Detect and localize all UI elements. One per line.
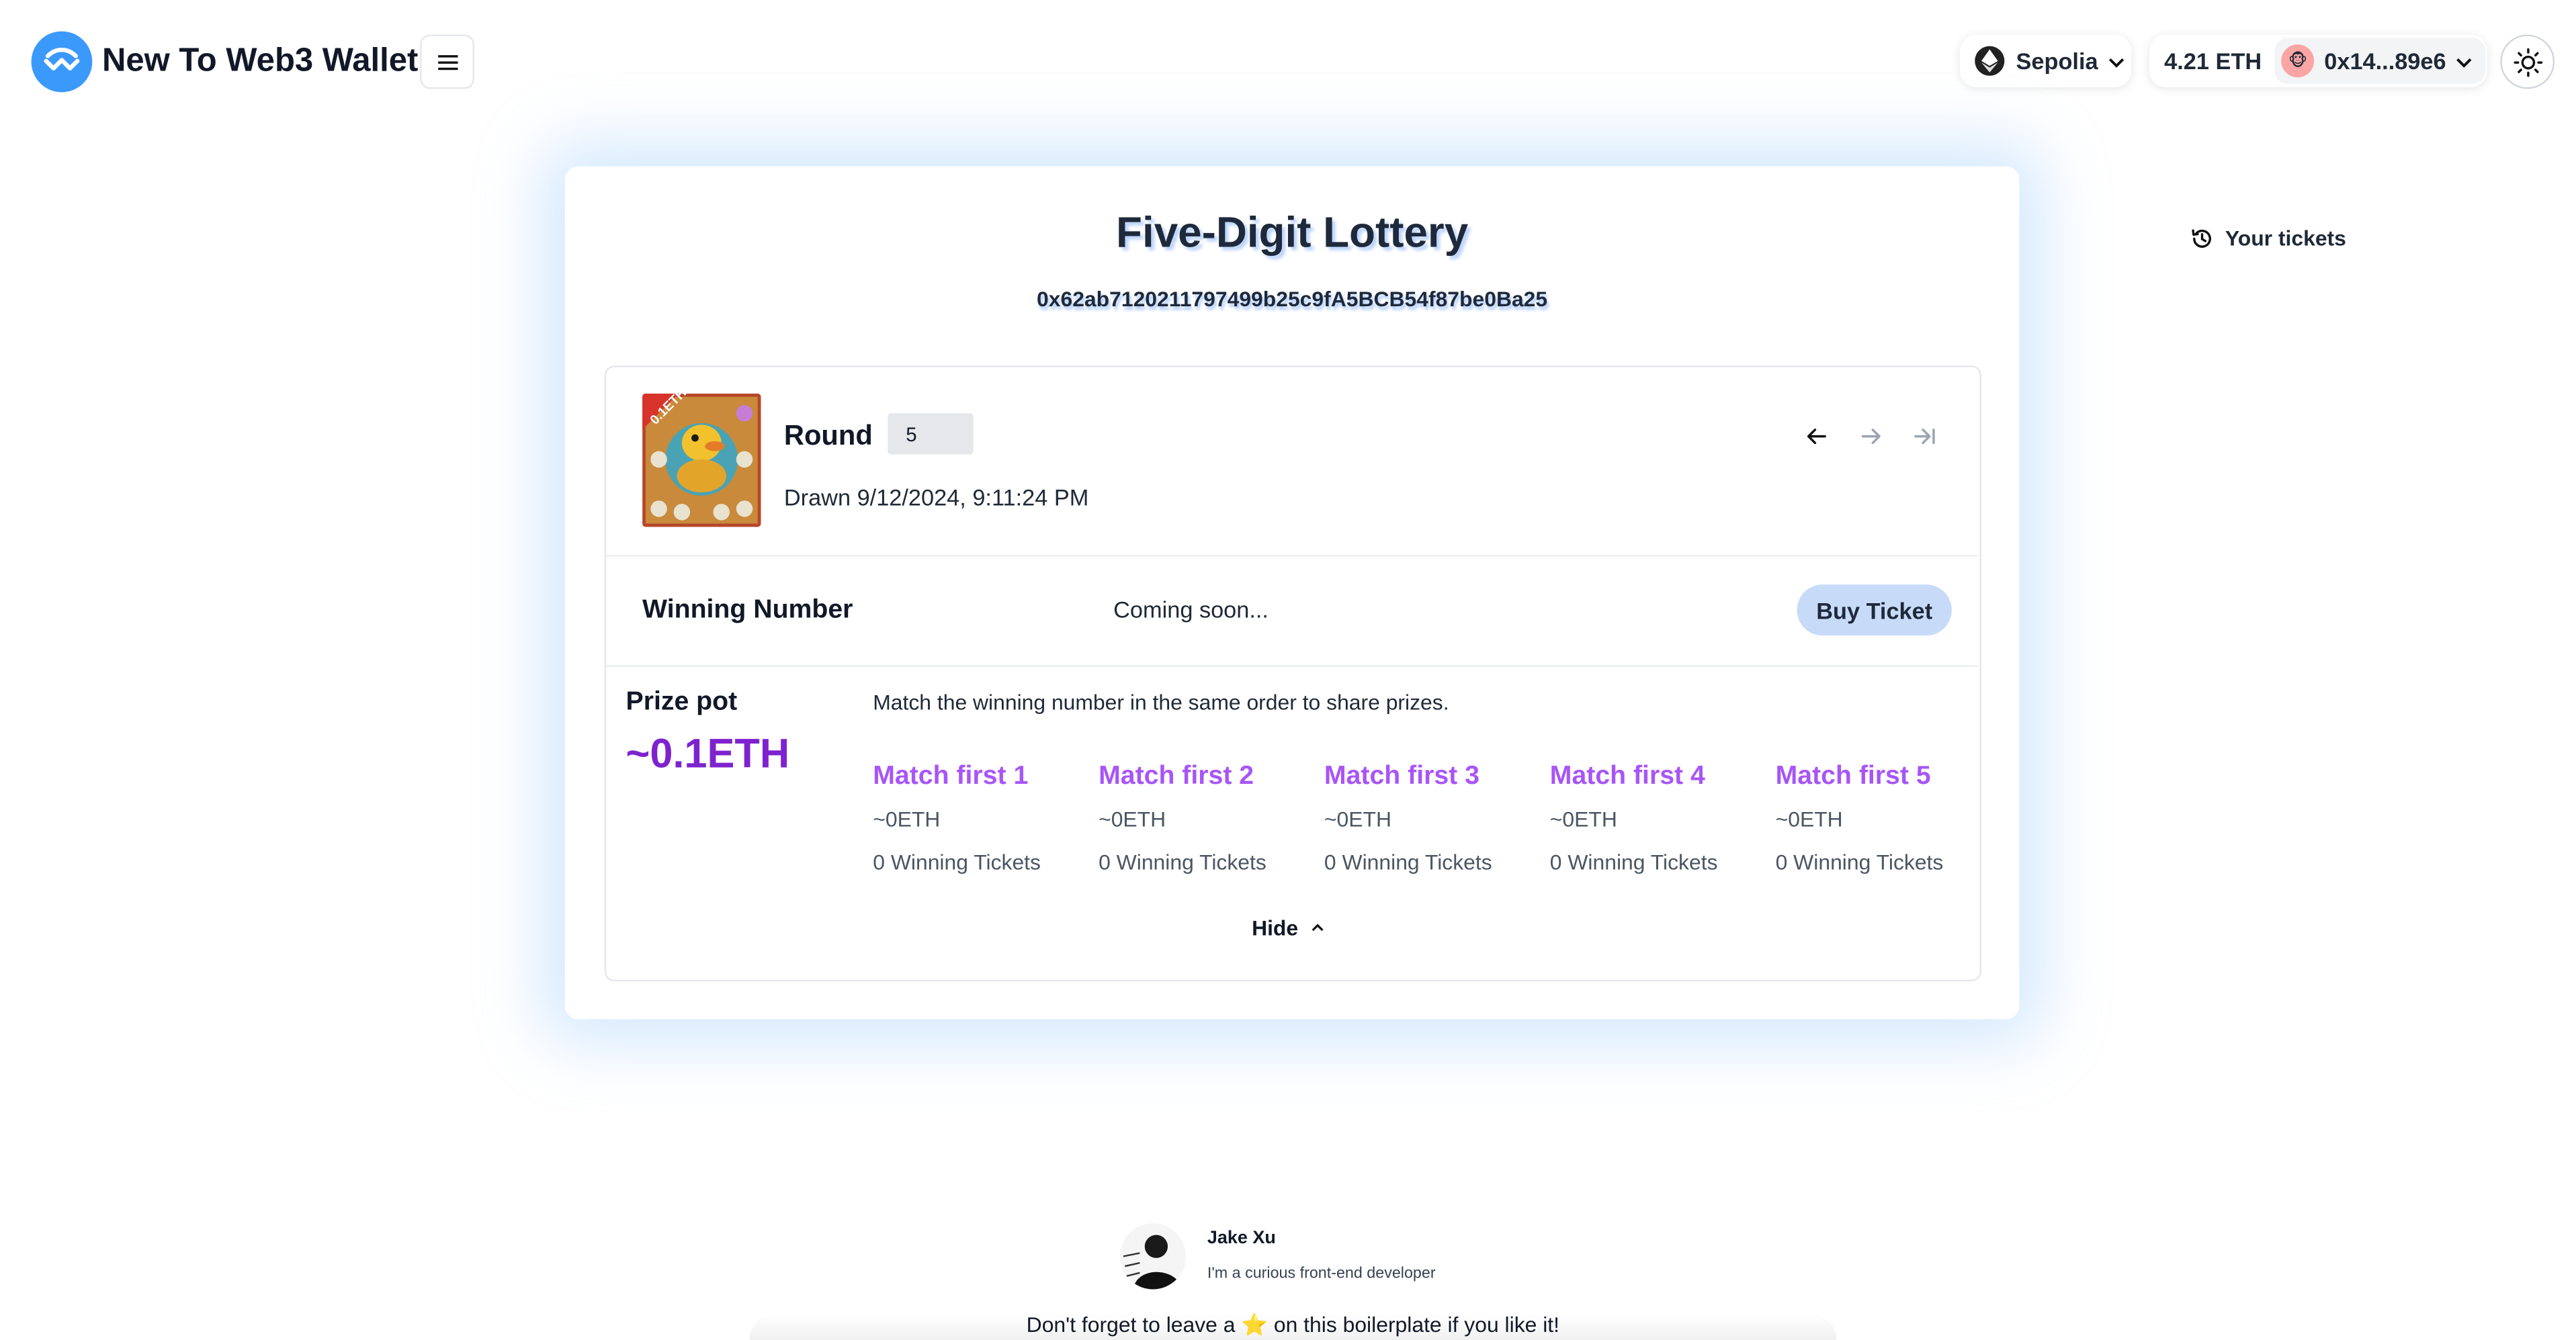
author-bio: I'm a curious front-end developer (1207, 1264, 1436, 1283)
network-selector[interactable]: Sepolia (1960, 34, 2132, 87)
author-name: Jake Xu (1207, 1228, 1276, 1249)
tier-winners: 0 Winning Tickets (1099, 849, 1266, 875)
account-address: 0x14...89e6 (2324, 48, 2446, 75)
prize-tier: Match first 4 ~0ETH 0 Winning Tickets (1550, 762, 1764, 875)
app-header: New To Web3 Wallet Sepolia 4.21 ETH 🐵 0x… (0, 0, 2576, 125)
previous-round-button[interactable] (1802, 422, 1832, 451)
hide-label: Hide (1252, 915, 1299, 940)
wallet-balance: 4.21 ETH (2164, 48, 2262, 75)
brand-title[interactable]: New To Web3 Wallet (102, 43, 418, 81)
tier-title: Match first 4 (1549, 762, 1705, 791)
prize-tier: Match first 2 ~0ETH 0 Winning Tickets (1099, 762, 1313, 875)
chevron-down-icon (2108, 50, 2124, 73)
ethereum-icon (1975, 46, 2005, 76)
tier-eth: ~0ETH (1099, 807, 1166, 832)
tier-title: Match first 5 (1775, 762, 1931, 791)
tier-title: Match first 1 (873, 762, 1029, 791)
account-avatar: 🐵 (2281, 44, 2315, 78)
account-button[interactable]: 4.21 ETH 🐵 0x14...89e6 (2149, 34, 2487, 87)
latest-round-button[interactable] (1909, 422, 1938, 451)
prize-tier: Match first 1 ~0ETH 0 Winning Tickets (873, 762, 1087, 875)
tier-winners: 0 Winning Tickets (873, 849, 1041, 875)
your-tickets-label: Your tickets (2225, 225, 2346, 251)
lottery-ticket-image: 0.1ETH (642, 393, 761, 527)
hamburger-menu-icon (437, 54, 458, 69)
winning-number-value: Coming soon... (1113, 596, 1269, 623)
arrow-right-icon (1861, 429, 1881, 445)
prize-tier: Match first 5 ~0ETH 0 Winning Tickets (1776, 762, 1990, 875)
walletconnect-logo-icon[interactable] (31, 31, 93, 93)
author-avatar (1119, 1223, 1187, 1290)
tier-title: Match first 2 (1099, 762, 1254, 791)
account-address-box[interactable]: 🐵 0x14...89e6 (2274, 38, 2486, 85)
chevron-up-icon (1312, 919, 1325, 937)
round-panel (604, 365, 1982, 982)
arrow-to-end-icon (1914, 429, 1934, 445)
contract-address[interactable]: 0x62ab7120211797499b25c9fA5BCB54f87be0Ba… (565, 287, 2020, 312)
tier-eth: ~0ETH (1775, 807, 1843, 832)
arrow-left-icon (1807, 429, 1826, 445)
history-icon (2192, 228, 2211, 247)
divider (606, 555, 1979, 557)
menu-button[interactable] (420, 34, 475, 89)
buy-ticket-button[interactable]: Buy Ticket (1797, 584, 1952, 636)
tier-winners: 0 Winning Tickets (1324, 849, 1492, 875)
match-description: Match the winning number in the same ord… (873, 690, 1449, 715)
your-tickets-link[interactable]: Your tickets (2190, 226, 2346, 251)
winning-number-label: Winning Number (642, 596, 853, 625)
prize-pot-label: Prize pot (626, 688, 738, 717)
sun-icon (2513, 47, 2542, 77)
round-number-input[interactable]: 5 (888, 413, 974, 455)
tier-winners: 0 Winning Tickets (1549, 849, 1718, 875)
tier-eth: ~0ETH (1549, 807, 1617, 832)
next-round-button[interactable] (1856, 422, 1886, 451)
tier-title: Match first 3 (1324, 762, 1479, 791)
drawn-timestamp: Drawn 9/12/2024, 9:11:24 PM (783, 484, 1089, 510)
chevron-down-icon (2456, 50, 2473, 73)
tier-eth: ~0ETH (873, 807, 941, 832)
prize-tier: Match first 3 ~0ETH 0 Winning Tickets (1324, 762, 1539, 875)
tier-eth: ~0ETH (1324, 807, 1392, 832)
page-title: Five-Digit Lottery (1116, 207, 1469, 257)
network-name: Sepolia (2016, 48, 2098, 75)
divider (606, 665, 1979, 667)
round-label: Round (783, 420, 873, 451)
tier-winners: 0 Winning Tickets (1775, 849, 1944, 875)
hide-details-button[interactable]: Hide (1252, 915, 1324, 940)
theme-toggle-button[interactable] (2500, 34, 2555, 89)
footer-message: Don't forget to leave a ⭐ on this boiler… (1026, 1312, 1560, 1337)
prize-pot-value: ~0.1ETH (626, 731, 790, 778)
